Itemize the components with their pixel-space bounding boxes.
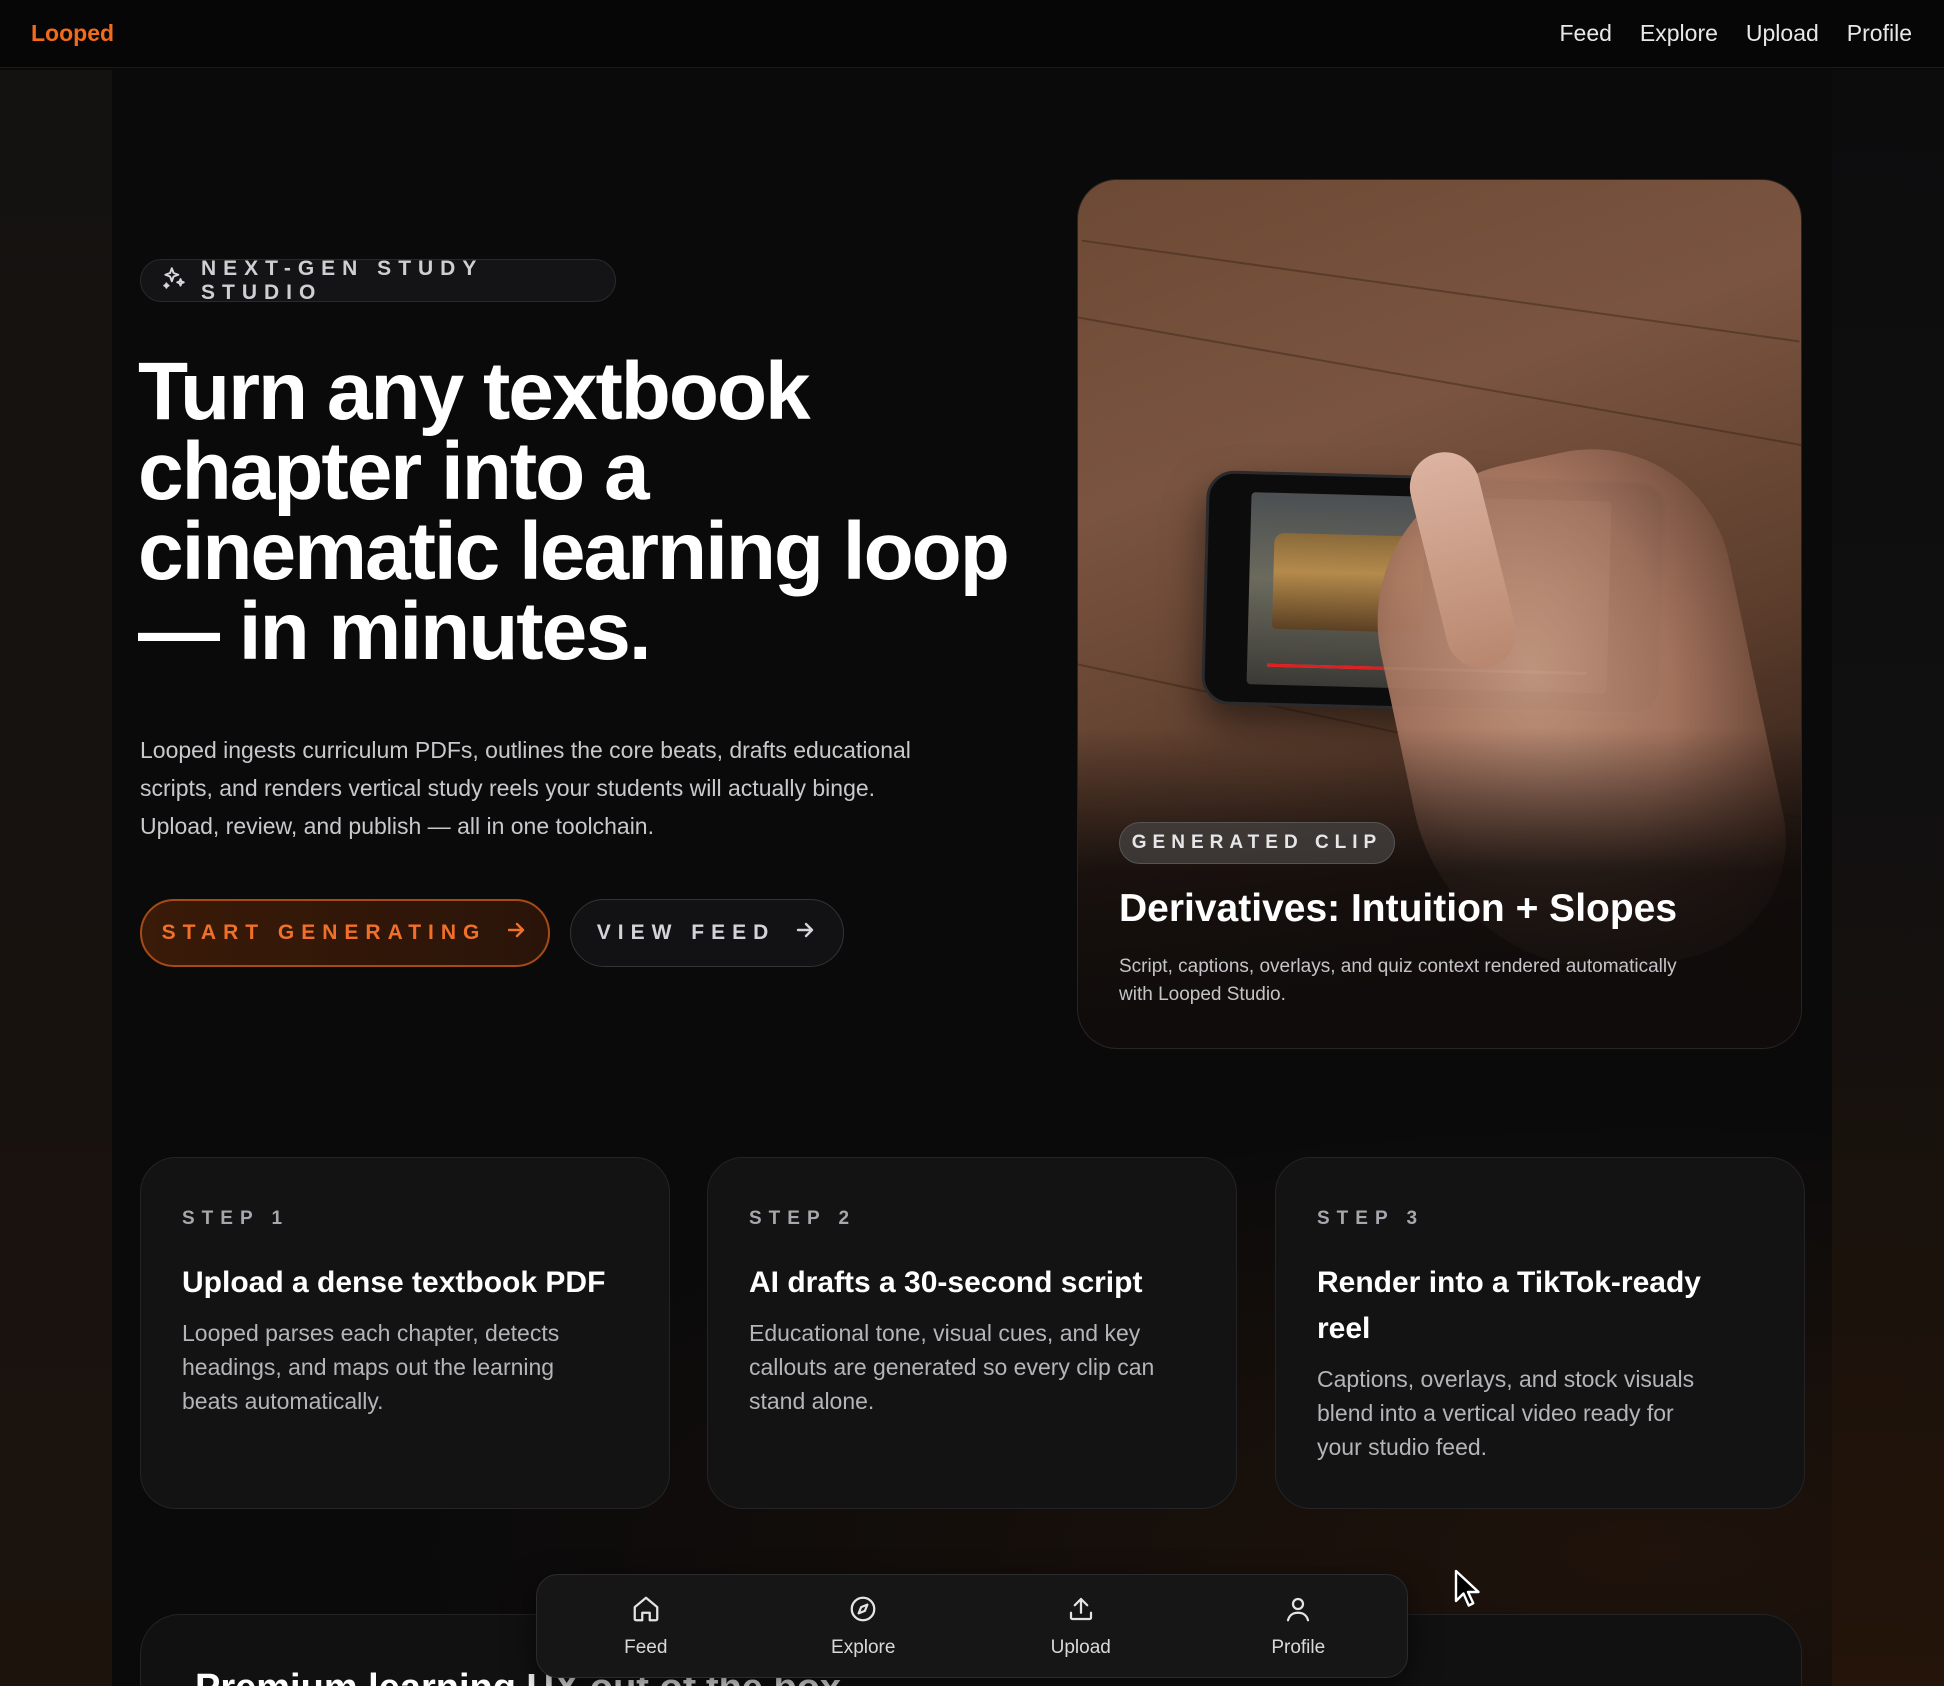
- tab-label: Explore: [831, 1636, 896, 1658]
- brand-logo[interactable]: Looped: [31, 20, 114, 47]
- step-body-line: blend into a vertical video ready for: [1317, 1400, 1674, 1426]
- tab-label: Feed: [624, 1636, 668, 1658]
- step-title: Upload a dense textbook PDF: [182, 1266, 606, 1299]
- step-body-line: Looped parses each chapter, detects: [182, 1320, 560, 1346]
- tab-label: Upload: [1050, 1636, 1111, 1658]
- step-body: Captions, overlays, and stock visuals bl…: [1317, 1362, 1764, 1464]
- headline-line: — in minutes.: [138, 586, 652, 677]
- tab-label: Profile: [1271, 1636, 1326, 1658]
- nav-link-explore[interactable]: Explore: [1640, 20, 1718, 47]
- top-nav: Looped Feed Explore Upload Profile: [0, 0, 1944, 68]
- headline-line: chapter into a: [138, 426, 650, 517]
- nav-link-upload[interactable]: Upload: [1746, 20, 1819, 47]
- step-card-2: STEP 2 AI drafts a 30-second script Educ…: [707, 1157, 1237, 1509]
- clip-description-line: Script, captions, overlays, and quiz con…: [1119, 956, 1677, 977]
- clip-description: Script, captions, overlays, and quiz con…: [1119, 953, 1769, 1009]
- step-body-line: your studio feed.: [1317, 1434, 1488, 1460]
- arrow-right-icon: [504, 918, 528, 948]
- wood-grain: [1078, 310, 1801, 452]
- lede-line: Upload, review, and publish — all in one…: [140, 813, 654, 839]
- step-title: AI drafts a 30-second script: [749, 1266, 1143, 1299]
- user-icon: [1283, 1594, 1313, 1629]
- tab-explore[interactable]: Explore: [803, 1594, 923, 1659]
- hero-headline: Turn any textbook chapter into a cinemat…: [138, 346, 1018, 677]
- wood-grain: [1081, 239, 1800, 343]
- step-card-1: STEP 1 Upload a dense textbook PDF Loope…: [140, 1157, 670, 1509]
- step-body-line: beats automatically.: [182, 1388, 384, 1414]
- step-body: Looped parses each chapter, detects head…: [182, 1316, 629, 1418]
- view-feed-button[interactable]: VIEW FEED: [570, 899, 844, 967]
- mouse-cursor-icon: [1453, 1568, 1483, 1615]
- arrow-right-icon: [793, 918, 817, 948]
- hero-lede: Looped ingests curriculum PDFs, outlines…: [140, 731, 1010, 845]
- lede-line: scripts, and renders vertical study reel…: [140, 775, 876, 801]
- compass-icon: [848, 1594, 878, 1629]
- step-title: Render into a TikTok-ready reel: [1317, 1260, 1764, 1352]
- upload-icon: [1066, 1594, 1096, 1629]
- video-scrub-progress: [1267, 663, 1386, 670]
- headline-line: Turn any textbook: [138, 346, 811, 437]
- step-body-line: callouts are generated so every clip can: [749, 1354, 1155, 1380]
- generated-clip-pill: GENERATED CLIP: [1119, 822, 1395, 864]
- step-body-line: headings, and maps out the learning: [182, 1354, 555, 1380]
- generated-clip-card[interactable]: GENERATED CLIP Derivatives: Intuition + …: [1077, 179, 1802, 1049]
- top-nav-links: Feed Explore Upload Profile: [1559, 20, 1912, 47]
- tab-profile[interactable]: Profile: [1238, 1594, 1358, 1659]
- step-card-3: STEP 3 Render into a TikTok-ready reel C…: [1275, 1157, 1805, 1509]
- hero-badge: NEXT-GEN STUDY STUDIO: [140, 256, 616, 304]
- step-kicker: STEP 1: [182, 1208, 290, 1229]
- clip-description-line: with Looped Studio.: [1119, 984, 1286, 1005]
- nav-link-profile[interactable]: Profile: [1847, 20, 1912, 47]
- tab-feed[interactable]: Feed: [586, 1594, 706, 1659]
- start-generating-label: START GENERATING: [161, 921, 487, 944]
- headline-line: cinematic learning loop: [138, 506, 1010, 597]
- step-body: Educational tone, visual cues, and key c…: [749, 1316, 1196, 1418]
- start-generating-button[interactable]: START GENERATING: [140, 899, 550, 967]
- clip-title: Derivatives: Intuition + Slopes: [1119, 887, 1678, 930]
- left-edge-gradient: [0, 70, 112, 1686]
- step-body-line: Educational tone, visual cues, and key: [749, 1320, 1141, 1346]
- hero-badge-label: NEXT-GEN STUDY STUDIO: [201, 256, 483, 304]
- bottom-tab-bar: Feed Explore Upload Profile: [536, 1574, 1408, 1678]
- home-icon: [631, 1594, 661, 1629]
- step-kicker: STEP 3: [1317, 1208, 1425, 1229]
- view-feed-label: VIEW FEED: [596, 921, 776, 944]
- step-body-line: stand alone.: [749, 1388, 875, 1414]
- nav-link-feed[interactable]: Feed: [1559, 20, 1611, 47]
- sparkles-icon: [161, 265, 187, 296]
- tab-upload[interactable]: Upload: [1021, 1594, 1141, 1659]
- step-kicker: STEP 2: [749, 1208, 857, 1229]
- lede-line: Looped ingests curriculum PDFs, outlines…: [140, 737, 911, 763]
- step-title-line: Render into a TikTok-ready: [1317, 1266, 1701, 1299]
- right-edge-gradient: [1832, 70, 1944, 1686]
- step-title-line: reel: [1317, 1312, 1371, 1345]
- step-body-line: Captions, overlays, and stock visuals: [1317, 1366, 1695, 1392]
